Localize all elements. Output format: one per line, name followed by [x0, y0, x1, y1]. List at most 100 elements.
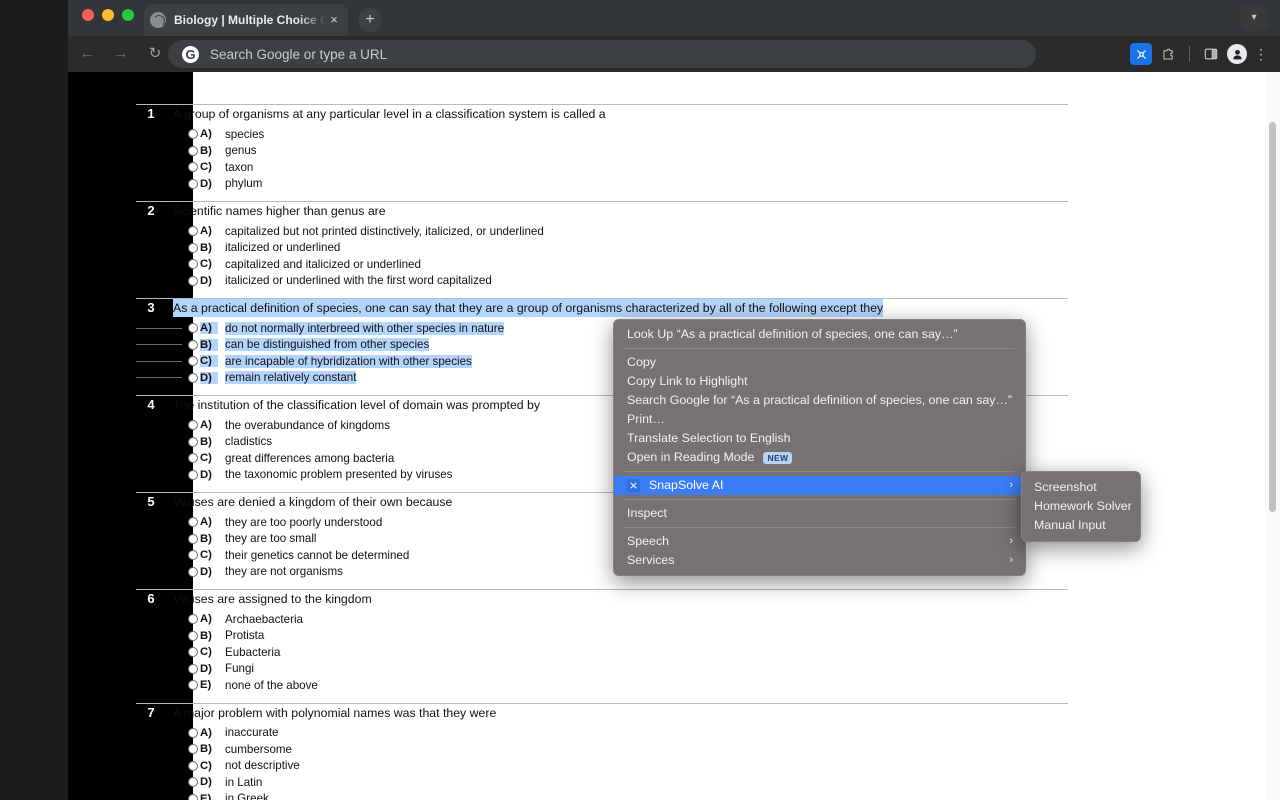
choice-text: none of the above — [225, 679, 318, 692]
choice-radio-button[interactable] — [188, 728, 198, 738]
choice-radio-button[interactable] — [188, 259, 198, 269]
choice-row[interactable]: A)Archaebacteria — [136, 611, 1068, 628]
page-scrollbar-track[interactable] — [1265, 72, 1280, 800]
snapsolve-extension-icon[interactable] — [1130, 43, 1152, 65]
choice-row[interactable]: C)Eubacteria — [136, 644, 1068, 661]
submenu-item[interactable]: Homework Solver — [1022, 497, 1140, 516]
submenu-item[interactable]: Screenshot — [1022, 478, 1140, 497]
choice-row[interactable]: A)inaccurate — [136, 725, 1068, 742]
menu-item[interactable]: Look Up “As a practical definition of sp… — [614, 325, 1025, 344]
menu-item[interactable]: Copy Link to Highlight — [614, 372, 1025, 391]
menu-item[interactable]: Inspect — [614, 504, 1025, 523]
back-button[interactable]: ← — [72, 39, 102, 69]
new-tab-button[interactable]: + — [358, 8, 382, 32]
choice-radio-button[interactable] — [188, 453, 198, 463]
choice-text: inaccurate — [225, 726, 279, 739]
choice-text: cladistics — [225, 435, 272, 448]
choice-letter: B) — [200, 145, 218, 157]
choice-row[interactable]: E)in Greek — [136, 791, 1068, 800]
choice-row[interactable]: B)cumbersome — [136, 741, 1068, 758]
menu-item-label: Translate Selection to English — [627, 429, 790, 448]
choice-letter: D) — [200, 372, 218, 384]
choice-radio-button[interactable] — [188, 517, 198, 527]
reload-button[interactable]: ↻ — [140, 39, 170, 69]
choice-radio-button[interactable] — [188, 631, 198, 641]
choice-radio-button[interactable] — [188, 340, 198, 350]
profile-avatar-icon[interactable] — [1227, 44, 1247, 64]
choice-text: species — [225, 128, 264, 141]
choice-radio-button[interactable] — [188, 437, 198, 447]
google-g-icon: G — [182, 46, 199, 63]
choice-radio-button[interactable] — [188, 470, 198, 480]
choice-row[interactable]: B)genus — [136, 143, 1068, 160]
answer-blank-line — [136, 361, 182, 362]
choice-row[interactable]: D)italicized or underlined with the firs… — [136, 273, 1068, 290]
choice-radio-button[interactable] — [188, 614, 198, 624]
choice-radio-button[interactable] — [188, 373, 198, 383]
choice-row[interactable]: A)capitalized but not printed distinctiv… — [136, 223, 1068, 240]
menu-item[interactable]: SnapSolve AI› — [614, 476, 1025, 495]
menu-item[interactable]: Copy — [614, 353, 1025, 372]
choice-row[interactable]: D)in Latin — [136, 774, 1068, 791]
menu-item-label: Open in Reading Mode — [627, 448, 754, 467]
choice-radio-button[interactable] — [188, 276, 198, 286]
choice-radio-button[interactable] — [188, 243, 198, 253]
choice-radio-button[interactable] — [188, 146, 198, 156]
menu-item[interactable]: Translate Selection to English — [614, 429, 1025, 448]
choice-row[interactable]: A)species — [136, 126, 1068, 143]
page-scrollbar-thumb[interactable] — [1269, 122, 1276, 512]
choice-radio-button[interactable] — [188, 777, 198, 787]
choice-row[interactable]: C)capitalized and italicized or underlin… — [136, 256, 1068, 273]
answer-blank-line — [136, 377, 182, 378]
choice-radio-button[interactable] — [188, 356, 198, 366]
choice-radio-button[interactable] — [188, 761, 198, 771]
browser-menu-icon[interactable]: ⋮ — [1250, 46, 1272, 63]
choice-radio-button[interactable] — [188, 129, 198, 139]
maximize-window-button[interactable] — [122, 9, 134, 21]
choice-row[interactable]: B)italicized or underlined — [136, 240, 1068, 257]
choice-radio-button[interactable] — [188, 550, 198, 560]
choice-row[interactable]: B)Protista — [136, 628, 1068, 645]
choice-text: italicized or underlined — [225, 241, 340, 254]
close-icon[interactable]: × — [326, 12, 342, 28]
chevron-down-icon[interactable]: ▾ — [1240, 5, 1268, 31]
choice-radio-button[interactable] — [188, 664, 198, 674]
choice-row[interactable]: C)taxon — [136, 159, 1068, 176]
choice-radio-button[interactable] — [188, 420, 198, 430]
browser-tab[interactable]: Biology | Multiple Choice Qui × — [144, 4, 348, 36]
choice-list: A)speciesB)genusC)taxonD)phylum — [136, 126, 1068, 192]
menu-item[interactable]: Search Google for “As a practical defini… — [614, 391, 1025, 410]
choice-radio-button[interactable] — [188, 534, 198, 544]
menu-item[interactable]: Open in Reading ModeNEW — [614, 448, 1025, 467]
choice-radio-button[interactable] — [188, 680, 198, 690]
choice-radio-button[interactable] — [188, 567, 198, 577]
choice-radio-button[interactable] — [188, 323, 198, 333]
menu-item[interactable]: Services› — [614, 551, 1025, 570]
question-number: 6 — [136, 590, 166, 608]
puzzle-icon[interactable] — [1155, 41, 1181, 67]
submenu-item[interactable]: Manual Input — [1022, 516, 1140, 535]
choice-row[interactable]: D)phylum — [136, 176, 1068, 193]
menu-item[interactable]: Print… — [614, 410, 1025, 429]
menu-item[interactable]: Speech› — [614, 532, 1025, 551]
choice-row[interactable]: C)not descriptive — [136, 758, 1068, 775]
choice-radio-button[interactable] — [188, 226, 198, 236]
minimize-window-button[interactable] — [102, 9, 114, 21]
choice-radio-button[interactable] — [188, 744, 198, 754]
choice-radio-button[interactable] — [188, 162, 198, 172]
window-traffic-lights — [82, 9, 134, 21]
quiz-question: 7A major problem with polynomial names w… — [136, 703, 1068, 800]
choice-row[interactable]: D)Fungi — [136, 661, 1068, 678]
side-panel-icon[interactable] — [1198, 41, 1224, 67]
forward-button[interactable]: → — [106, 39, 136, 69]
choice-radio-button[interactable] — [188, 794, 198, 800]
question-header: 7A major problem with polynomial names w… — [136, 704, 1068, 722]
choice-radio-button[interactable] — [188, 647, 198, 657]
choice-row[interactable]: E)none of the above — [136, 677, 1068, 694]
address-bar[interactable]: G Search Google or type a URL — [168, 40, 1036, 68]
close-window-button[interactable] — [82, 9, 94, 21]
choice-text: in Latin — [225, 776, 262, 789]
menu-item-label: Inspect — [627, 504, 667, 523]
toolbar-actions: ⋮ — [1130, 36, 1272, 72]
choice-radio-button[interactable] — [188, 179, 198, 189]
